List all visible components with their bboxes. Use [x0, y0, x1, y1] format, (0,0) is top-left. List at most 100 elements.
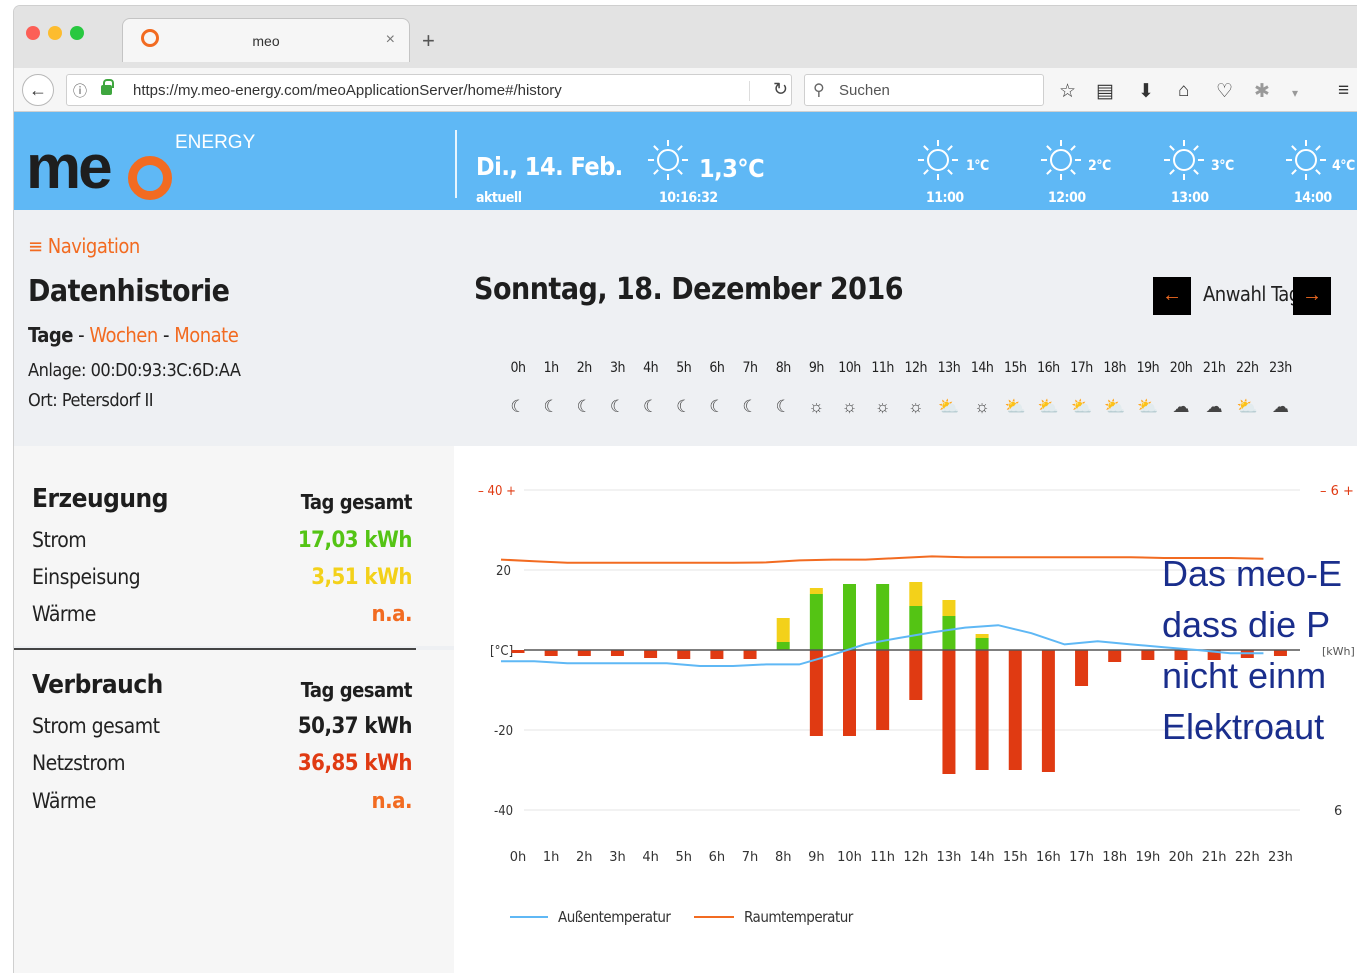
moon-icon: ☾	[609, 397, 626, 416]
forecast-time: 13:00	[1171, 190, 1209, 206]
hour-label: 19h	[1136, 360, 1160, 376]
pocket-icon[interactable]: ♡	[1216, 80, 1233, 103]
sun-cloud-icon: ⛅	[1137, 397, 1159, 416]
hour-label: 18h	[1103, 360, 1126, 376]
forecast-temp: 4°C	[1332, 158, 1355, 174]
bar-netzstrom	[1141, 650, 1155, 660]
sun-icon: ☼	[908, 397, 924, 416]
sun-icon	[1286, 140, 1326, 180]
hour-label: 6h	[709, 360, 725, 376]
logo-energy-text: ENERGY	[175, 132, 256, 153]
legend-swatch-raumtemperatur	[694, 916, 734, 918]
info-icon[interactable]: ⓘ	[73, 81, 87, 101]
url-bar[interactable]: ⓘ https://my.meo-energy.com/meoApplicati…	[66, 74, 792, 106]
x-tick-label: 20h	[1169, 850, 1194, 865]
x-tick-label: 7h	[742, 850, 759, 865]
search-input[interactable]: ⚲ Suchen	[804, 74, 1044, 106]
bar-strom	[942, 616, 956, 650]
axis-tick-label: – 6 +	[1320, 484, 1354, 499]
bar-netzstrom	[909, 650, 923, 700]
bar-netzstrom	[1008, 650, 1022, 770]
erzeugung-col-header: Tag gesamt	[300, 490, 413, 514]
search-icon: ⚲	[813, 82, 825, 99]
overlay-caption: Das meo-E dass die P nicht einm Elektroa…	[1162, 548, 1357, 752]
logo-o-icon	[128, 156, 172, 200]
axis-tick-label: -20	[494, 724, 513, 739]
navigation-toolbar: ← ⓘ https://my.meo-energy.com/meoApplica…	[14, 68, 1357, 112]
sun-icon	[648, 140, 688, 180]
bar-netzstrom	[876, 650, 890, 730]
bar-einspeisung	[909, 582, 923, 606]
sun-cloud-icon: ⛅	[938, 397, 960, 416]
verbrauch-row-label: Wärme	[32, 789, 96, 813]
hour-label: 4h	[643, 360, 659, 376]
hour-label: 5h	[676, 360, 692, 376]
hour-label: 15h	[1003, 360, 1027, 376]
x-tick-label: 16h	[1036, 850, 1061, 865]
browser-tab[interactable]: meo ×	[122, 18, 410, 62]
hour-label: 3h	[609, 360, 626, 376]
moon-icon: ☾	[543, 397, 559, 416]
minimize-window-button[interactable]	[48, 26, 62, 40]
moon-icon: ☾	[676, 397, 692, 416]
hour-label: 12h	[904, 360, 928, 376]
axis-tick-label: – 40 +	[478, 484, 516, 499]
bar-netzstrom	[710, 650, 724, 659]
bookmark-star-icon[interactable]: ☆	[1059, 80, 1076, 103]
x-tick-label: 5h	[675, 850, 692, 865]
x-tick-label: 1h	[543, 850, 560, 865]
arrow-left-icon: ←	[1162, 284, 1182, 306]
previous-day-button[interactable]: ←	[1153, 277, 1191, 315]
cloud-icon: ☁	[1205, 397, 1223, 416]
forecast-time: 11:00	[926, 190, 964, 206]
period-separator: -	[72, 323, 90, 347]
period-days[interactable]: Tage	[28, 323, 73, 347]
period-weeks-link[interactable]: Wochen	[89, 323, 158, 347]
x-tick-label: 15h	[1003, 850, 1028, 865]
axis-tick-label: 20	[496, 564, 511, 579]
bar-netzstrom	[809, 650, 823, 736]
home-icon[interactable]: ⌂	[1178, 80, 1189, 102]
tab-title: meo	[252, 33, 280, 49]
x-tick-label: 13h	[937, 850, 962, 865]
bar-netzstrom	[511, 650, 525, 653]
forecast-time: 14:00	[1294, 190, 1332, 206]
sun-icon	[1041, 140, 1081, 180]
extension-dropdown-icon[interactable]: ▾	[1292, 86, 1298, 100]
hour-label: 21h	[1202, 360, 1226, 376]
back-button[interactable]: ←	[22, 74, 54, 106]
bar-netzstrom	[843, 650, 856, 736]
menu-icon[interactable]: ≡	[1338, 80, 1349, 102]
bar-strom	[776, 642, 790, 650]
url-text[interactable]: https://my.meo-energy.com/meoApplication…	[133, 82, 562, 99]
bar-einspeisung	[975, 634, 989, 638]
x-tick-label: 3h	[609, 850, 626, 865]
anlage-id: Anlage: 00:D0:93:3C:6D:AA	[28, 360, 241, 381]
reload-icon[interactable]: ↻	[773, 79, 788, 100]
x-tick-label: 10h	[837, 850, 862, 865]
extension-icon[interactable]: ✱	[1254, 80, 1270, 103]
tab-close-button[interactable]: ×	[386, 31, 395, 49]
browser-window: meo × + ← ⓘ https://my.meo-energy.com/me…	[14, 6, 1357, 973]
sun-cloud-icon: ⛅	[1236, 397, 1258, 416]
forecast-temp: 2°C	[1088, 158, 1111, 174]
verbrauch-row-value: 50,37 kWh	[297, 714, 413, 739]
hour-label: 20h	[1169, 360, 1193, 376]
download-icon[interactable]: ⬇	[1138, 80, 1154, 103]
arrow-right-icon: →	[1302, 284, 1322, 306]
hour-label: 9h	[808, 360, 825, 376]
next-day-button[interactable]: →	[1293, 277, 1331, 315]
meo-logo[interactable]: me	[26, 132, 113, 203]
x-tick-label: 18h	[1102, 850, 1127, 865]
close-window-button[interactable]	[26, 26, 40, 40]
new-tab-button[interactable]: +	[422, 28, 435, 54]
day-select-label: Anwahl Tag	[1203, 282, 1300, 306]
period-months-link[interactable]: Monate	[174, 323, 239, 347]
sidebar: ≡ Navigation Datenhistorie Tage - Wochen…	[14, 210, 454, 973]
x-tick-label: 23h	[1268, 850, 1293, 865]
navigation-link[interactable]: ≡ Navigation	[28, 234, 140, 258]
reading-list-icon[interactable]: ▤	[1096, 80, 1114, 103]
hour-label: 17h	[1070, 360, 1093, 376]
moon-icon: ☾	[775, 397, 791, 416]
zoom-window-button[interactable]	[70, 26, 84, 40]
